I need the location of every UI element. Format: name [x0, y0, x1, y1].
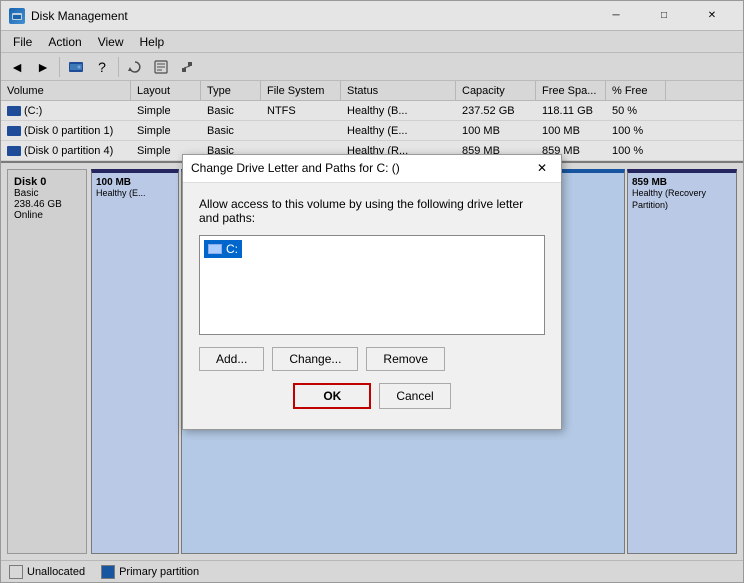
- path-item[interactable]: C:: [204, 240, 242, 258]
- path-drive-letter: C:: [226, 242, 238, 256]
- remove-button[interactable]: Remove: [366, 347, 445, 371]
- dialog-change-drive-letter: Change Drive Letter and Paths for C: () …: [182, 154, 562, 430]
- cancel-button[interactable]: Cancel: [379, 383, 450, 409]
- ok-button[interactable]: OK: [293, 383, 371, 409]
- add-button[interactable]: Add...: [199, 347, 264, 371]
- dialog-overlay: Change Drive Letter and Paths for C: () …: [1, 1, 743, 582]
- dialog-title: Change Drive Letter and Paths for C: (): [191, 161, 400, 175]
- dialog-content: Allow access to this volume by using the…: [183, 183, 561, 429]
- dialog-description: Allow access to this volume by using the…: [199, 197, 545, 225]
- path-listbox[interactable]: C:: [199, 235, 545, 335]
- path-hdd-icon: [208, 244, 222, 254]
- dialog-close-button[interactable]: ✕: [531, 157, 553, 179]
- change-button[interactable]: Change...: [272, 347, 358, 371]
- dialog-title-bar: Change Drive Letter and Paths for C: () …: [183, 155, 561, 183]
- dialog-action-row: Add... Change... Remove: [199, 347, 545, 371]
- main-window: Disk Management ─ □ ✕ File Action View H…: [0, 0, 744, 583]
- dialog-ok-row: OK Cancel: [199, 383, 545, 415]
